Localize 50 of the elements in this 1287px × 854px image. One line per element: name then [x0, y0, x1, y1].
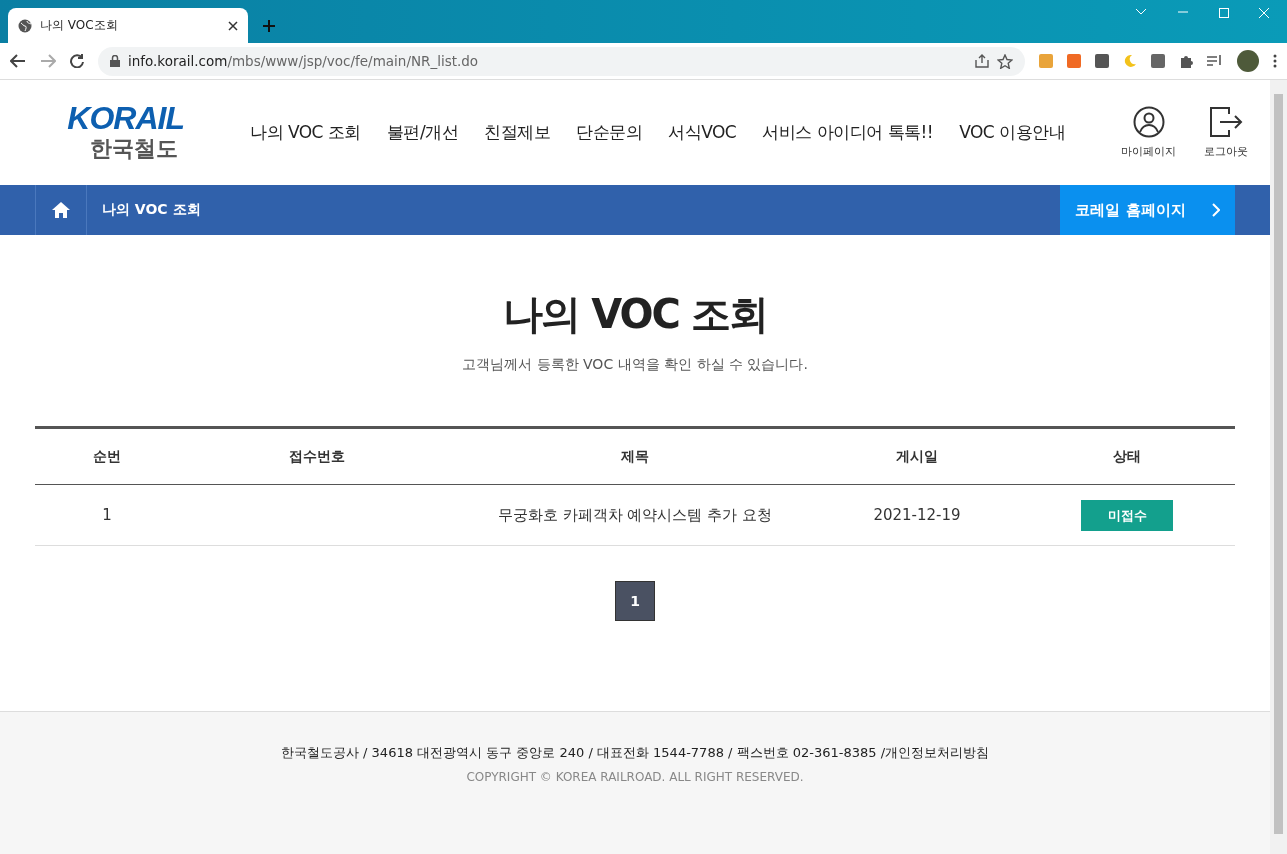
nav-link[interactable]: 서식VOC: [668, 121, 737, 144]
page-subtitle: 고객님께서 등록한 VOC 내역을 확인 하실 수 있습니다.: [462, 356, 808, 374]
avatar-icon[interactable]: [1237, 50, 1259, 72]
mypage-link[interactable]: 마이페이지: [1121, 106, 1176, 159]
nav-link[interactable]: 나의 VOC 조회: [250, 121, 361, 144]
table-cell: 1: [35, 484, 179, 546]
column-header: 제목: [455, 427, 815, 485]
column-header: 순번: [35, 427, 179, 485]
new-tab-icon[interactable]: [262, 19, 276, 33]
chevron-down-icon[interactable]: [1135, 8, 1147, 16]
nav-link[interactable]: 서비스 아이디어 톡톡!!: [762, 121, 934, 144]
home-icon: [52, 202, 70, 218]
page-button[interactable]: 1: [615, 581, 655, 621]
logo[interactable]: KORAIL 한국철도: [34, 101, 184, 164]
title-link[interactable]: 무궁화호 카페객차 예약시스템 추가 요청: [455, 484, 815, 546]
home-button[interactable]: [35, 185, 87, 235]
table-cell: 2021-12-19: [815, 484, 1019, 546]
breadcrumb-current: 나의 VOC 조회: [102, 201, 202, 219]
column-header: 게시일: [815, 427, 1019, 485]
scrollbar[interactable]: [1270, 80, 1287, 854]
column-header: 상태: [1019, 427, 1235, 485]
chevron-right-icon: [1211, 203, 1220, 217]
user-icon: [1132, 106, 1165, 138]
close-icon[interactable]: [228, 20, 238, 31]
logout-link[interactable]: 로그아웃: [1204, 106, 1248, 159]
nav-link[interactable]: 친절제보: [484, 121, 551, 144]
reload-icon[interactable]: [70, 54, 84, 68]
browser-tab[interactable]: 나의 VOC조회: [8, 8, 248, 43]
puzzle-icon[interactable]: [1179, 54, 1193, 68]
menu-icon[interactable]: [1273, 54, 1277, 68]
star-icon[interactable]: [997, 53, 1013, 69]
maximize-icon[interactable]: [1219, 8, 1229, 18]
playlist-icon[interactable]: [1207, 55, 1223, 67]
address-bar[interactable]: info.korail.com/mbs/www/jsp/voc/fe/main/NR_list.do: [98, 46, 1025, 76]
logout-icon: [1209, 106, 1243, 138]
nav-link[interactable]: 불편/개선: [386, 121, 459, 144]
nav-link[interactable]: VOC 이용안내: [959, 121, 1066, 144]
page-title: 나의 VOC 조회: [503, 290, 767, 339]
globe-icon: [18, 18, 32, 33]
tab-title: 나의 VOC조회: [40, 17, 119, 34]
back-icon[interactable]: [10, 54, 26, 68]
share-icon[interactable]: [975, 54, 989, 68]
column-header: 접수번호: [179, 427, 455, 485]
lock-icon: [110, 55, 120, 67]
status-badge: 미접수: [1081, 499, 1173, 531]
copyright-text: COPYRIGHT © KOREA RAILROAD. ALL RIGHT RESERVED.: [466, 770, 804, 784]
nav-link[interactable]: 단순문의: [576, 121, 643, 144]
footer-address: 한국철도공사 / 34618 대전광역시 동구 중앙로 240 / 대표전화 1544-7788 / 팩스번호 02-361-8385 /개인정보처리방침: [280, 744, 990, 762]
url-text: info.korail.com/mbs/www/jsp/voc/fe/main/NR_list.do: [128, 53, 480, 69]
forward-icon[interactable]: [40, 54, 56, 68]
